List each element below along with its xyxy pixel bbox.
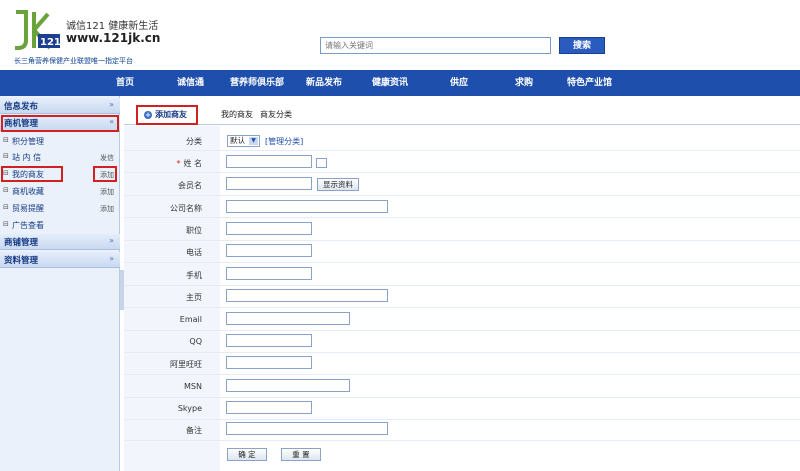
- company-field[interactable]: [226, 200, 388, 213]
- main-nav: 首页 诚信通 营养师俱乐部 新品发布 健康资讯 供应 求购 特色产业馆: [0, 70, 800, 96]
- notes-field[interactable]: [226, 422, 388, 435]
- tree-node-icon: ⊟: [3, 152, 9, 160]
- svg-text:121: 121: [40, 37, 61, 48]
- expand-icon[interactable]: »: [109, 254, 114, 263]
- aliwangwang-label: 阿里旺旺: [170, 360, 202, 369]
- tab-friend-categories[interactable]: 商友分类: [260, 105, 292, 125]
- required-mark: *: [176, 159, 181, 168]
- highlight-box: [1, 115, 119, 132]
- phone-field[interactable]: [226, 244, 312, 257]
- expand-icon[interactable]: »: [109, 236, 114, 245]
- mobile-field[interactable]: [226, 267, 312, 280]
- member-name-field[interactable]: [226, 177, 312, 190]
- sidebar-section-title: 资料管理: [4, 256, 39, 266]
- manage-categories-link[interactable]: [管理分类]: [265, 136, 303, 147]
- send-message-link[interactable]: 发信: [100, 153, 114, 163]
- position-field[interactable]: [226, 222, 312, 235]
- sidebar-item-messages[interactable]: ⊟ 站 内 信 发信: [0, 149, 120, 165]
- name-field[interactable]: [226, 155, 312, 168]
- tab-add-friend[interactable]: + 添加商友: [136, 105, 198, 125]
- nav-item-home[interactable]: 首页: [116, 70, 134, 96]
- sidebar-item-label: 贸易提醒: [12, 204, 44, 213]
- msn-field[interactable]: [226, 379, 350, 392]
- position-label: 职位: [186, 226, 202, 235]
- sidebar-section-info-publish[interactable]: 信息发布 »: [0, 98, 120, 114]
- brand-slogan: 诚信121 健康新生活: [66, 21, 159, 32]
- header: 121 诚信121 健康新生活 www.121jk.cn 长三角营养保健产业联盟…: [0, 0, 800, 70]
- aliwangwang-field[interactable]: [226, 356, 312, 369]
- sidebar-item-favorites[interactable]: ⊟ 商机收藏 添加: [0, 183, 120, 199]
- brand-domain: www.121jk.cn: [66, 31, 161, 45]
- nav-item-industry-hall[interactable]: 特色产业馆: [567, 70, 612, 96]
- nav-item-new-products[interactable]: 新品发布: [306, 70, 342, 96]
- notes-label: 备注: [186, 426, 202, 435]
- sidebar-section-title: 信息发布: [4, 102, 39, 112]
- tree-node-icon: ⊟: [3, 186, 9, 194]
- qq-field[interactable]: [226, 334, 312, 347]
- nav-item-supply[interactable]: 供应: [450, 70, 468, 96]
- tree-node-icon: ⊟: [3, 136, 9, 144]
- tab-bar: + 添加商友 我的商友 商友分类: [124, 105, 800, 125]
- sidebar-item-trade-alerts[interactable]: ⊟ 贸易提醒 添加: [0, 200, 120, 216]
- highlight-box: [1, 166, 63, 182]
- expand-icon[interactable]: »: [109, 100, 114, 109]
- sidebar-item-points[interactable]: ⊟ 积分管理: [0, 133, 120, 149]
- nav-item-chengxintong[interactable]: 诚信通: [177, 70, 204, 96]
- tree-node-icon: ⊟: [3, 220, 9, 228]
- name-picker-icon[interactable]: [316, 158, 327, 168]
- nav-item-nutritionist-club[interactable]: 营养师俱乐部: [230, 70, 284, 96]
- qq-label: QQ: [189, 337, 202, 346]
- company-label: 公司名称: [170, 204, 202, 213]
- logo-icon: 121: [12, 10, 64, 52]
- add-favorite-link[interactable]: 添加: [100, 187, 114, 197]
- sidebar-section-shop[interactable]: 商铺管理 »: [0, 234, 120, 250]
- show-profile-button[interactable]: 显示资料: [317, 178, 359, 191]
- highlight-box: [93, 166, 117, 182]
- sidebar-item-label: 商机收藏: [12, 187, 44, 196]
- sidebar-item-label: 广告查看: [12, 221, 44, 230]
- sidebar-item-label: 站 内 信: [12, 153, 42, 162]
- reset-button[interactable]: 重 置: [281, 448, 321, 461]
- phone-label: 电话: [186, 248, 202, 257]
- brand-tagline: 长三角营养保健产业联盟唯一指定平台: [14, 57, 133, 65]
- search-button[interactable]: 搜索: [559, 37, 605, 54]
- category-selected-value: 默认: [230, 136, 245, 145]
- search-input[interactable]: [320, 37, 551, 54]
- email-field[interactable]: [226, 312, 350, 325]
- name-label-text: 姓 名: [183, 159, 202, 168]
- skype-label: Skype: [177, 404, 202, 413]
- add-friend-form: 分类 默认 ▼ [管理分类] * 姓 名 会员名 显示资料 公司名称 职位 电话 …: [124, 126, 800, 471]
- submit-button[interactable]: 确 定: [227, 448, 267, 461]
- homepage-field[interactable]: [226, 289, 388, 302]
- nav-item-health-news[interactable]: 健康资讯: [372, 70, 408, 96]
- tree-node-icon: ⊟: [3, 203, 9, 211]
- nav-item-purchase[interactable]: 求购: [515, 70, 533, 96]
- chevron-down-icon: ▼: [249, 137, 258, 145]
- tab-my-friends[interactable]: 我的商友: [221, 105, 253, 125]
- mobile-label: 手机: [186, 271, 202, 280]
- member-name-label: 会员名: [178, 181, 202, 190]
- sidebar-item-label: 积分管理: [12, 137, 44, 146]
- add-alert-link[interactable]: 添加: [100, 204, 114, 214]
- sidebar-section-title: 商铺管理: [4, 238, 39, 248]
- skype-field[interactable]: [226, 401, 312, 414]
- homepage-label: 主页: [186, 293, 202, 302]
- sidebar-item-ads[interactable]: ⊟ 广告查看: [0, 217, 120, 233]
- add-icon: +: [144, 111, 152, 119]
- tab-label: 添加商友: [155, 110, 187, 119]
- sidebar-section-profile[interactable]: 资料管理 »: [0, 252, 120, 268]
- name-label: * 姓 名: [124, 158, 202, 169]
- category-label: 分类: [186, 137, 202, 146]
- msn-label: MSN: [184, 382, 202, 391]
- sidebar: 信息发布 » 商机管理 « ⊟ 积分管理 ⊟ 站 内 信 发信 ⊟ 我的商友 添…: [0, 96, 120, 471]
- category-select[interactable]: 默认 ▼: [227, 135, 260, 147]
- email-label: Email: [179, 315, 202, 324]
